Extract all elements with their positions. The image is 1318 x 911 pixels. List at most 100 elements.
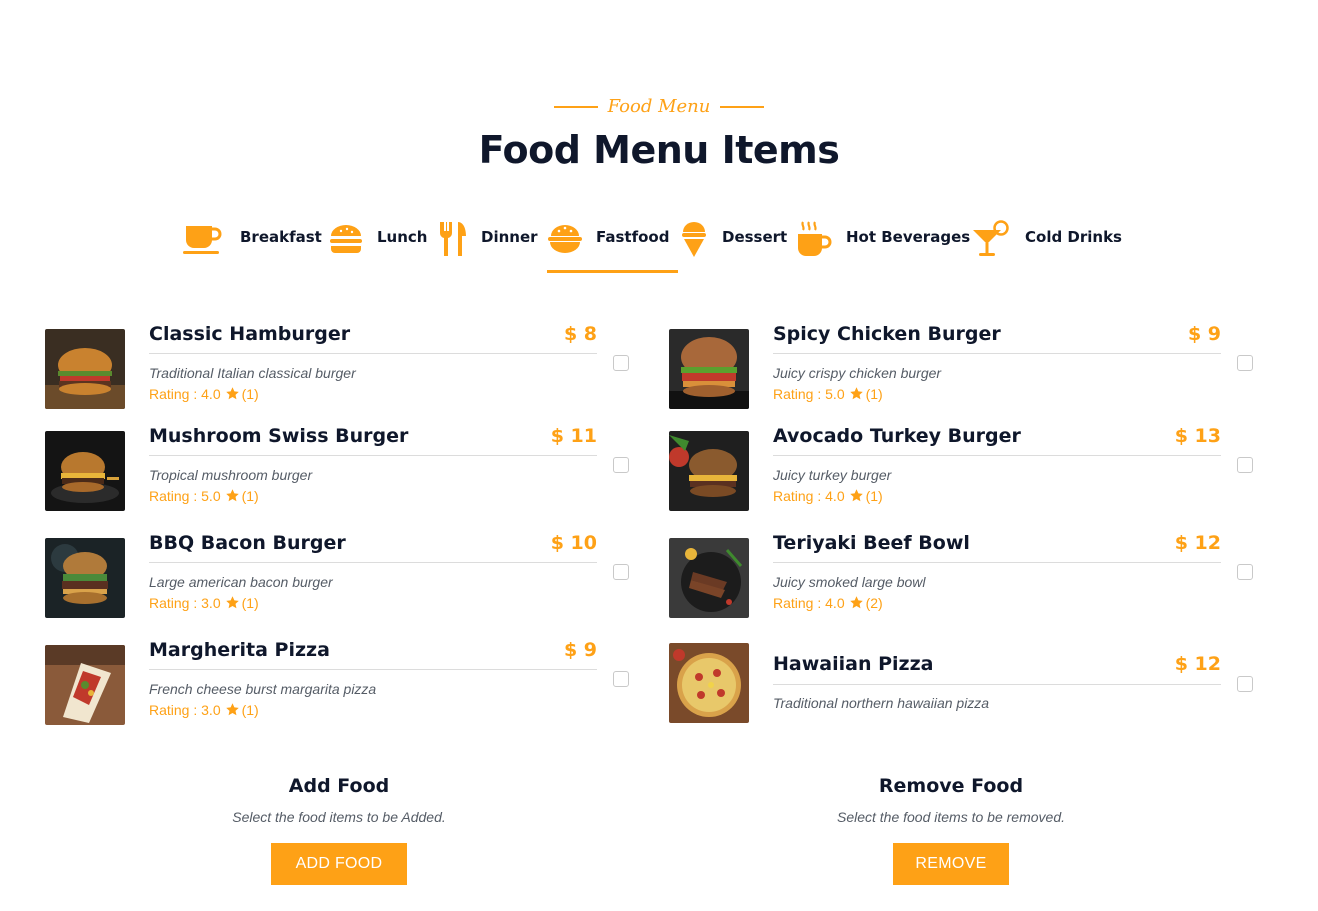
add-food-button[interactable]: ADD FOOD [271, 843, 407, 885]
remove-food-subtitle: Select the food items to be removed. [836, 809, 1065, 825]
star-icon [225, 387, 239, 400]
item-description: Traditional northern hawaiian pizza [773, 695, 990, 711]
divider [773, 455, 1221, 456]
item-price: $ 12 [1174, 532, 1221, 554]
food-image [45, 645, 125, 725]
tab-label: Dessert [722, 228, 788, 246]
item-rating: Rating : 5.0 (1) [149, 488, 259, 504]
item-price: $ 11 [550, 425, 597, 447]
rating-count: (1) [865, 386, 883, 402]
food-image [45, 538, 125, 618]
cocktail-icon [972, 220, 1012, 256]
rating-count: (1) [241, 488, 259, 504]
item-rating: Rating : 3.0 (1) [149, 595, 259, 611]
item-name: Margherita Pizza [149, 639, 330, 661]
menu-item: Mushroom Swiss Burger $ 11 Tropical mush… [45, 425, 629, 511]
food-image [669, 329, 749, 409]
tab-fastfood[interactable]: Fastfood [547, 218, 678, 274]
menu-item: Margherita Pizza $ 9 French cheese burst… [45, 639, 629, 725]
menu-item: Classic Hamburger $ 8 Traditional Italia… [45, 323, 629, 409]
food-image [669, 431, 749, 511]
select-checkbox[interactable] [613, 564, 629, 580]
item-price: $ 12 [1174, 653, 1221, 675]
select-checkbox[interactable] [613, 671, 629, 687]
utensils-icon [438, 220, 478, 256]
star-icon [225, 596, 239, 609]
menu-item: Teriyaki Beef Bowl $ 12 Juicy smoked lar… [669, 532, 1253, 618]
remove-button[interactable]: REMOVE [893, 843, 1009, 885]
food-image [45, 329, 125, 409]
tab-lunch[interactable]: Lunch [329, 218, 429, 274]
menu-item: Avocado Turkey Burger $ 13 Juicy turkey … [669, 425, 1253, 511]
ice-cream-icon [681, 220, 721, 257]
divider [149, 455, 597, 456]
select-checkbox[interactable] [1237, 457, 1253, 473]
item-rating: Rating : 4.0 (2) [773, 595, 883, 611]
item-description: Juicy smoked large bowl [773, 574, 926, 590]
item-description: Large american bacon burger [149, 574, 333, 590]
divider [773, 562, 1221, 563]
tab-label: Hot Beverages [846, 228, 971, 246]
rating-text: Rating : 4.0 [773, 488, 845, 504]
item-name: Mushroom Swiss Burger [149, 425, 409, 447]
rating-count: (2) [865, 595, 883, 611]
star-icon [225, 489, 239, 502]
star-icon [225, 703, 239, 716]
tab-dessert[interactable]: Dessert [681, 218, 788, 274]
active-tab-indicator [547, 270, 678, 273]
item-name: Classic Hamburger [149, 323, 351, 345]
tab-dinner[interactable]: Dinner [438, 218, 538, 274]
tab-cold-drinks[interactable]: Cold Drinks [972, 218, 1122, 274]
select-checkbox[interactable] [613, 355, 629, 371]
item-price: $ 9 [1187, 323, 1221, 345]
item-rating: Rating : 4.0 (1) [773, 488, 883, 504]
menu-item: Spicy Chicken Burger $ 9 Juicy crispy ch… [669, 323, 1253, 409]
tab-label: Cold Drinks [1025, 228, 1122, 246]
item-rating: Rating : 3.0 (1) [149, 702, 259, 718]
item-description: Traditional Italian classical burger [149, 365, 356, 381]
tab-label: Dinner [481, 228, 538, 246]
item-name: Teriyaki Beef Bowl [773, 532, 970, 554]
item-price: $ 9 [563, 639, 597, 661]
tab-breakfast[interactable]: Breakfast [183, 218, 322, 274]
kicker-line-left [553, 105, 598, 108]
tab-hot-beverages[interactable]: Hot Beverages [797, 218, 970, 274]
hamburger-icon [329, 220, 369, 256]
tab-label: Fastfood [596, 228, 670, 246]
rating-text: Rating : 5.0 [773, 386, 845, 402]
remove-food-title: Remove Food [878, 775, 1024, 797]
page-title: Food Menu Items [478, 128, 840, 172]
rating-text: Rating : 3.0 [149, 595, 221, 611]
food-image [669, 538, 749, 618]
select-checkbox[interactable] [613, 457, 629, 473]
item-name: Avocado Turkey Burger [773, 425, 1021, 447]
rating-count: (1) [241, 702, 259, 718]
tab-label: Lunch [377, 228, 428, 246]
divider [149, 353, 597, 354]
select-checkbox[interactable] [1237, 564, 1253, 580]
item-description: Tropical mushroom burger [149, 467, 313, 483]
select-checkbox[interactable] [1237, 355, 1253, 371]
add-food-title: Add Food [288, 775, 390, 797]
food-image [45, 431, 125, 511]
menu-item: Hawaiian Pizza $ 12 Traditional northern… [669, 643, 1253, 723]
remove-food-section: Remove Food Select the food items to be … [801, 775, 1101, 885]
item-price: $ 8 [563, 323, 597, 345]
item-rating: Rating : 5.0 (1) [773, 386, 883, 402]
rating-text: Rating : 4.0 [149, 386, 221, 402]
rating-text: Rating : 5.0 [149, 488, 221, 504]
rating-text: Rating : 4.0 [773, 595, 845, 611]
kicker-line-right [720, 105, 765, 108]
select-checkbox[interactable] [1237, 676, 1253, 692]
item-price: $ 10 [550, 532, 597, 554]
item-description: Juicy turkey burger [773, 467, 892, 483]
food-image [669, 643, 749, 723]
rating-count: (1) [865, 488, 883, 504]
star-icon [849, 387, 863, 400]
item-name: Hawaiian Pizza [773, 653, 934, 675]
coffee-cup-icon [183, 220, 223, 256]
divider [773, 684, 1221, 685]
item-description: French cheese burst margarita pizza [149, 681, 377, 697]
item-name: Spicy Chicken Burger [773, 323, 1001, 345]
star-icon [849, 596, 863, 609]
